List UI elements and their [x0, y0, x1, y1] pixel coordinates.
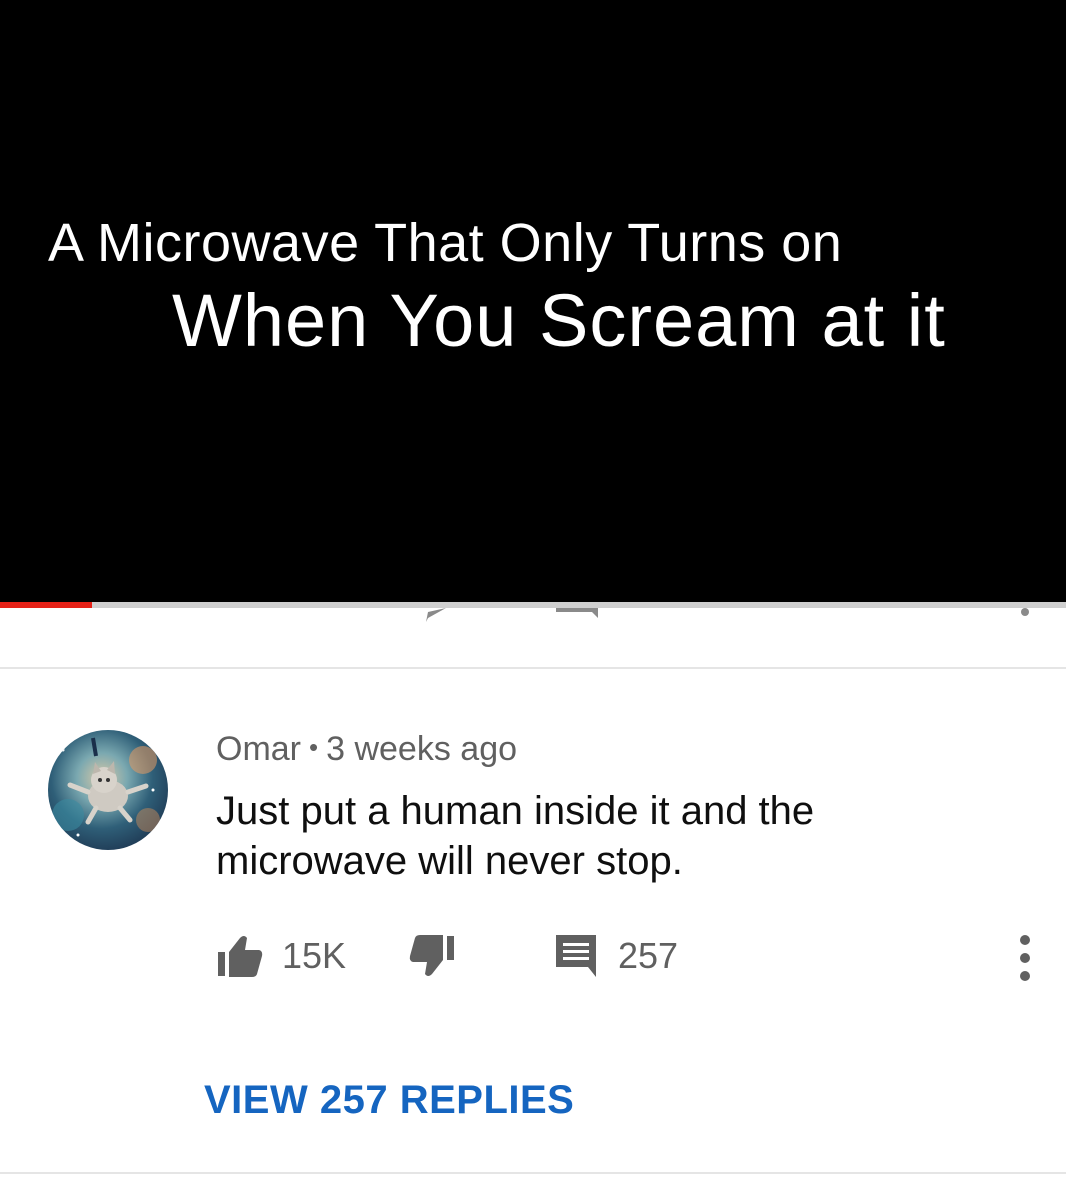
more-icon-partial [1021, 608, 1029, 616]
meta-separator: • [309, 731, 319, 762]
section-divider-bottom [0, 1172, 1066, 1174]
cat-in-space-avatar-icon [48, 730, 168, 850]
video-title-line-2: When You Scream at it [172, 279, 946, 362]
save-icon-partial [556, 608, 598, 618]
more-vertical-icon[interactable] [1010, 932, 1040, 984]
reply-button[interactable]: 257 [554, 928, 678, 984]
like-button[interactable]: 15K [216, 928, 346, 984]
comment-icon [556, 935, 596, 977]
like-count: 15K [282, 935, 347, 976]
video-progress-fill [0, 602, 92, 608]
video-player[interactable]: A Microwave That Only Turns on When You … [0, 0, 1066, 602]
avatar[interactable] [48, 730, 168, 850]
thumbs-up-icon [218, 936, 263, 977]
view-replies-link[interactable]: VIEW 257 REPLIES [204, 1078, 574, 1123]
thumbs-down-icon [409, 935, 454, 976]
reply-count: 257 [618, 935, 679, 976]
comment-timestamp: 3 weeks ago [326, 730, 518, 768]
video-progress-bar[interactable] [0, 602, 1066, 608]
section-divider [0, 667, 1066, 669]
share-icon-partial [426, 608, 446, 622]
comment-meta: Omar • 3 weeks ago [216, 730, 517, 769]
comment-text: Just put a human inside it and the micro… [216, 789, 815, 883]
video-title-line-1: A Microwave That Only Turns on [48, 213, 843, 273]
dislike-button[interactable] [408, 928, 456, 984]
comment-author[interactable]: Omar [216, 730, 301, 768]
